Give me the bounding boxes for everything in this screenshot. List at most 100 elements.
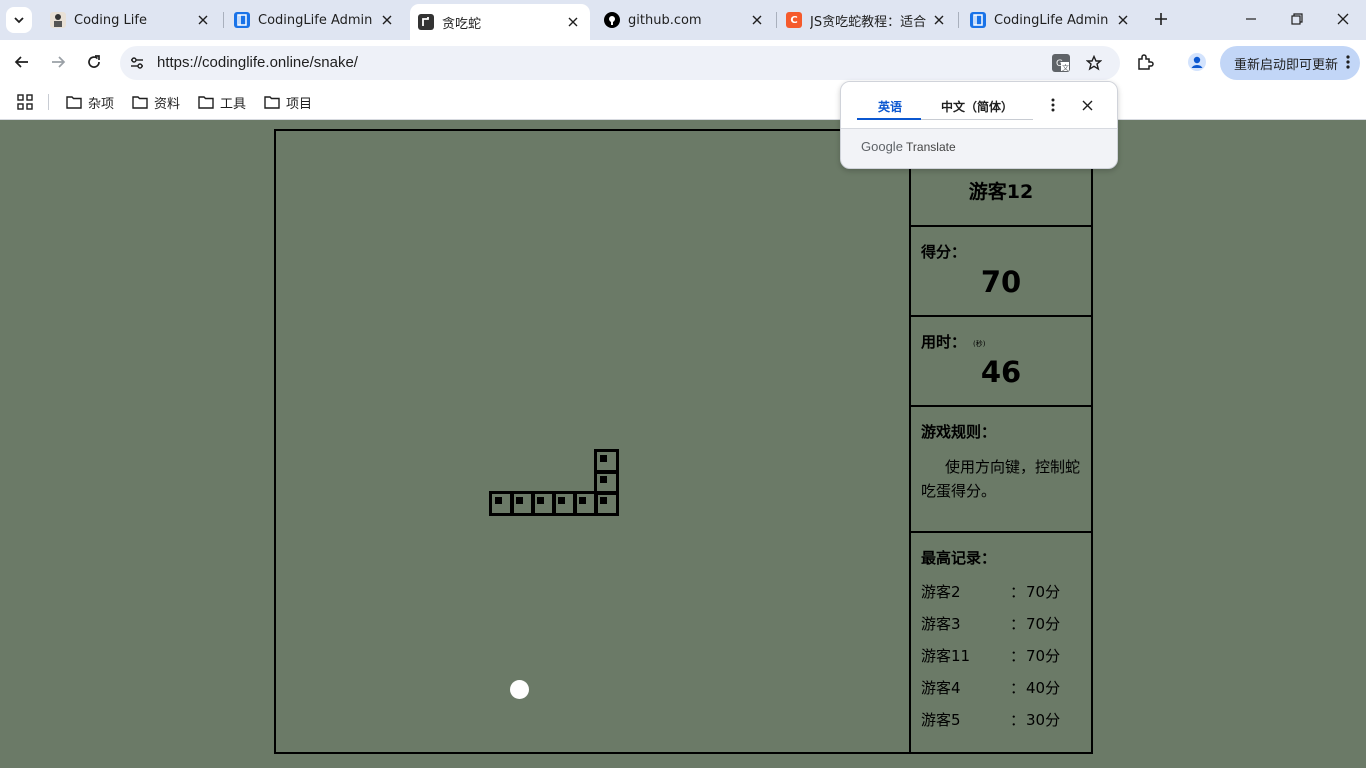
snake-segment: [551, 490, 577, 516]
tab-title: CodingLife Admin: [258, 12, 373, 28]
forward-button[interactable]: [46, 50, 70, 74]
puzzle-icon: [1138, 54, 1154, 70]
score-label: 得分：: [921, 243, 967, 261]
record-row: 游客4 ： 40分: [921, 677, 1091, 701]
tab-snake-game[interactable]: 贪吃蛇: [410, 4, 590, 40]
record-score: 70分: [1026, 647, 1061, 665]
translate-wordmark: Translate: [906, 140, 956, 154]
score-value: 70: [980, 265, 1022, 299]
arrow-right-icon: [52, 56, 66, 68]
bookmark-folder-projects[interactable]: 项目: [264, 92, 312, 112]
records-label: 最高记录：: [921, 549, 997, 567]
apps-button[interactable]: [16, 92, 40, 112]
tab-codinglife-admin[interactable]: CodingLife Admin: [226, 4, 404, 36]
record-name: 游客5: [921, 711, 961, 729]
more-vertical-icon: [1051, 98, 1055, 112]
record-score: 30分: [1026, 711, 1061, 729]
address-bar[interactable]: https://codinglife.online/snake/ G文: [120, 46, 1120, 80]
reload-button[interactable]: [82, 50, 106, 74]
bookmark-folder-misc[interactable]: 杂项: [66, 92, 114, 112]
close-tab-icon[interactable]: [564, 13, 582, 31]
score-section: 得分： 70: [911, 227, 1091, 317]
tab-divider: [776, 12, 777, 28]
minimize-button[interactable]: [1240, 8, 1262, 30]
snake-game-board[interactable]: [274, 129, 911, 754]
record-row: 游客11 ： 70分: [921, 645, 1091, 669]
reload-icon: [88, 55, 100, 68]
bookmark-folder-resources[interactable]: 资料: [132, 92, 180, 112]
bookmark-folder-tools[interactable]: 工具: [198, 92, 246, 112]
rules-label: 游戏规则：: [921, 423, 997, 441]
bookmark-star-icon[interactable]: [1083, 52, 1105, 74]
google-translate-brand: Google Translate: [861, 139, 956, 154]
game-info-panel: 游客12 得分： 70 用时： (秒) 46 游戏规则： 使用方向键，控制蛇吃蛋…: [909, 129, 1093, 754]
minimize-icon: [1246, 18, 1256, 20]
record-separator: ：: [1010, 647, 1026, 665]
folder-icon: [66, 96, 82, 109]
snake-segment: [509, 490, 535, 516]
bookmarks-divider: [48, 94, 49, 110]
folder-icon: [264, 96, 280, 109]
close-icon: [1337, 13, 1349, 25]
translate-icon[interactable]: G文: [1050, 52, 1072, 74]
new-tab-button[interactable]: [1150, 8, 1172, 30]
tab-title: github.com: [628, 12, 702, 28]
tab-divider: [958, 12, 959, 28]
back-button[interactable]: [10, 50, 34, 74]
close-tab-icon[interactable]: [378, 11, 396, 29]
extensions-button[interactable]: [1133, 50, 1157, 74]
close-tab-icon[interactable]: [748, 11, 766, 29]
avatar-icon: [1188, 53, 1206, 71]
tab-codinglife-admin-2[interactable]: CodingLife Admin: [962, 4, 1140, 36]
apps-grid-icon: [17, 94, 33, 110]
record-separator: ：: [1010, 615, 1026, 633]
bookmark-label: 资料: [154, 96, 181, 112]
source-language-tab[interactable]: 英语: [878, 98, 902, 115]
record-row: 游客2 ： 70分: [921, 581, 1091, 605]
tab-github[interactable]: github.com: [596, 4, 774, 36]
chevron-down-icon: [14, 17, 24, 24]
record-name: 游客2: [921, 583, 961, 601]
snake-head: [593, 448, 619, 474]
tab-baseline: [921, 119, 1033, 120]
time-section: 用时： (秒) 46: [911, 317, 1091, 407]
record-score: 70分: [1026, 615, 1061, 633]
close-tab-icon[interactable]: [930, 11, 948, 29]
arrow-left-icon: [14, 56, 28, 68]
time-value: 46: [980, 355, 1022, 389]
url-text[interactable]: https://codinglife.online/snake/: [157, 54, 358, 71]
food-egg: [510, 680, 529, 699]
admin-favicon-icon: [970, 12, 986, 28]
tab-coding-life[interactable]: Coding Life: [42, 4, 220, 36]
restore-button[interactable]: [1286, 8, 1308, 30]
restore-icon: [1291, 13, 1303, 25]
close-tab-icon[interactable]: [194, 11, 212, 29]
translate-options-button[interactable]: [1043, 95, 1063, 115]
folder-icon: [198, 96, 214, 109]
site-settings-icon[interactable]: [126, 52, 148, 74]
bookmark-label: 项目: [286, 96, 313, 112]
tab-js-snake-tutorial[interactable]: C JS贪吃蛇教程：适合: [778, 4, 956, 36]
record-row: 游客3 ： 70分: [921, 613, 1091, 637]
translate-header: 英语 中文（简体）: [841, 82, 1117, 129]
tab-title: JS贪吃蛇教程：适合: [810, 14, 927, 30]
tab-strip: Coding Life CodingLife Admin 贪吃蛇 github.…: [0, 0, 1366, 40]
snake-segment: [488, 490, 514, 516]
tab-search-button[interactable]: [6, 7, 32, 33]
bookmark-label: 工具: [220, 96, 247, 112]
google-logo: Google: [861, 139, 903, 154]
record-row: 游客5 ： 30分: [921, 709, 1091, 733]
profile-button[interactable]: [1185, 50, 1209, 74]
close-tab-icon[interactable]: [1114, 11, 1132, 29]
translate-close-button[interactable]: [1077, 95, 1097, 115]
record-separator: ：: [1010, 711, 1026, 729]
record-name: 游客3: [921, 615, 961, 633]
update-browser-button[interactable]: 重新启动即可更新: [1220, 46, 1360, 80]
close-window-button[interactable]: [1332, 8, 1354, 30]
records-section: 最高记录： 游客2 ： 70分 游客3 ： 70分 游客11 ： 70分 游客4…: [911, 533, 1091, 752]
coding-life-favicon-icon: [50, 12, 66, 28]
folder-icon: [132, 96, 148, 109]
plus-icon: [1155, 13, 1167, 25]
target-language-tab[interactable]: 中文（简体）: [941, 98, 1013, 115]
snake-favicon-icon: [418, 14, 434, 30]
